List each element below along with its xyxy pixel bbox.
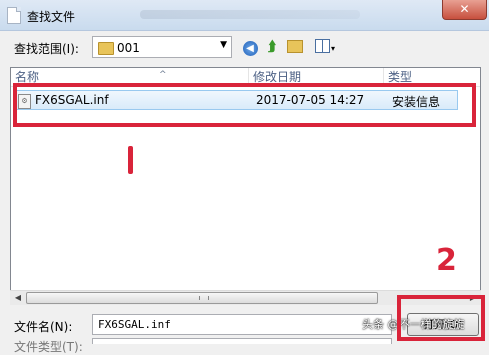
new-folder-button[interactable] xyxy=(285,37,305,57)
filename-label: 文件名(N): xyxy=(14,320,73,334)
up-folder-button[interactable]: ⮭ xyxy=(262,37,282,57)
lookin-value: 001 xyxy=(117,41,140,55)
back-button[interactable]: ◀ xyxy=(240,37,260,57)
annotation-box-file-row xyxy=(13,83,476,127)
back-icon: ◀ xyxy=(242,41,258,56)
window-title: 查找文件 xyxy=(27,10,76,24)
folder-icon xyxy=(98,42,114,55)
annotation-box-open-button xyxy=(397,295,485,341)
title-bar: 查找文件 ✕ xyxy=(0,0,489,31)
view-menu-icon xyxy=(314,39,330,53)
up-folder-icon: ⮭ xyxy=(267,39,277,55)
lookin-dropdown[interactable]: 001 ▼ xyxy=(92,36,232,58)
new-folder-icon xyxy=(287,40,303,53)
sort-ascending-icon: ^ xyxy=(159,70,167,80)
lookin-label: 查找范围(I): xyxy=(14,42,79,56)
document-icon xyxy=(7,7,21,24)
close-button[interactable]: ✕ xyxy=(442,0,487,20)
view-menu-button[interactable]: ▾ xyxy=(310,37,340,57)
view-dropdown-icon: ▾ xyxy=(330,44,335,53)
chevron-down-icon[interactable]: ▼ xyxy=(220,40,227,50)
blurred-title-text xyxy=(140,10,360,19)
filename-input[interactable] xyxy=(92,314,392,335)
column-name-label: 名称 xyxy=(15,70,40,84)
annotation-mark-2: 2 xyxy=(436,243,457,278)
filetype-dropdown[interactable] xyxy=(92,338,392,344)
scroll-left-icon[interactable]: ◀ xyxy=(11,292,25,304)
scroll-thumb[interactable] xyxy=(26,292,378,304)
annotation-mark-1 xyxy=(128,146,133,174)
